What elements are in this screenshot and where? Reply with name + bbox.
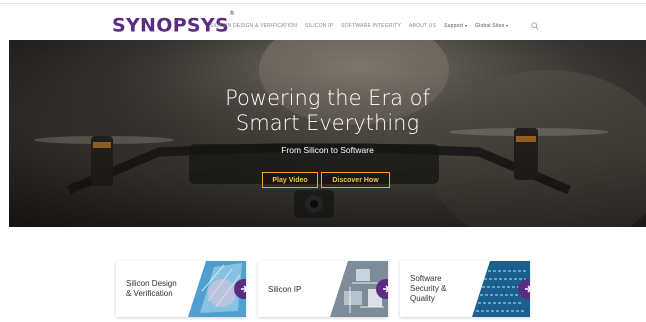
card-label: Silicon Design & Verification bbox=[126, 279, 177, 299]
hero-subtitle: From Silicon to Software bbox=[281, 145, 374, 155]
card-silicon-design-verification[interactable]: Silicon Design & Verification bbox=[116, 261, 246, 317]
discover-how-button[interactable]: Discover How bbox=[321, 172, 390, 188]
caret-down-icon bbox=[465, 25, 468, 27]
play-video-button[interactable]: Play Video bbox=[262, 172, 318, 188]
hero-banner: Powering the Era of Smart Everything Fro… bbox=[9, 40, 646, 227]
hero-title: Powering the Era of Smart Everything bbox=[9, 86, 646, 136]
site-header: SYNOPSYS® SILICON DESIGN & VERIFICATION … bbox=[0, 4, 646, 40]
search-icon[interactable] bbox=[531, 22, 539, 30]
card-label: Software Security & Quality bbox=[410, 274, 446, 304]
nav-software-integrity[interactable]: SOFTWARE INTEGRITY bbox=[341, 23, 401, 29]
page: SYNOPSYS® SILICON DESIGN & VERIFICATION … bbox=[0, 0, 646, 322]
caret-down-icon bbox=[506, 25, 509, 27]
card-label-line1: Silicon Design bbox=[126, 279, 177, 288]
nav-support-label: Support bbox=[444, 23, 464, 29]
hero-title-line1: Powering the Era of bbox=[225, 86, 430, 110]
card-silicon-ip[interactable]: Silicon IP bbox=[258, 261, 388, 317]
main-nav: SILICON DESIGN & VERIFICATION SILICON IP… bbox=[210, 21, 516, 31]
nav-support[interactable]: Support bbox=[444, 23, 468, 29]
nav-silicon-ip[interactable]: SILICON IP bbox=[305, 23, 333, 29]
nav-silicon-design-verification[interactable]: SILICON DESIGN & VERIFICATION bbox=[210, 23, 297, 29]
card-label-line3: Quality bbox=[410, 294, 435, 303]
card-label-line2: Security & bbox=[410, 284, 447, 293]
card-label-line1: Software bbox=[410, 274, 442, 283]
hero-title-line2: Smart Everything bbox=[235, 111, 420, 135]
card-label: Silicon IP bbox=[268, 285, 301, 295]
nav-global-sites-label: Global Sites bbox=[475, 23, 505, 29]
card-software-security-quality[interactable]: Software Security & Quality bbox=[400, 261, 530, 317]
nav-about-us[interactable]: ABOUT US bbox=[409, 23, 436, 29]
card-label-line2: & Verification bbox=[126, 289, 173, 298]
card-label-line1: Silicon IP bbox=[268, 285, 302, 294]
nav-global-sites[interactable]: Global Sites bbox=[475, 23, 509, 29]
